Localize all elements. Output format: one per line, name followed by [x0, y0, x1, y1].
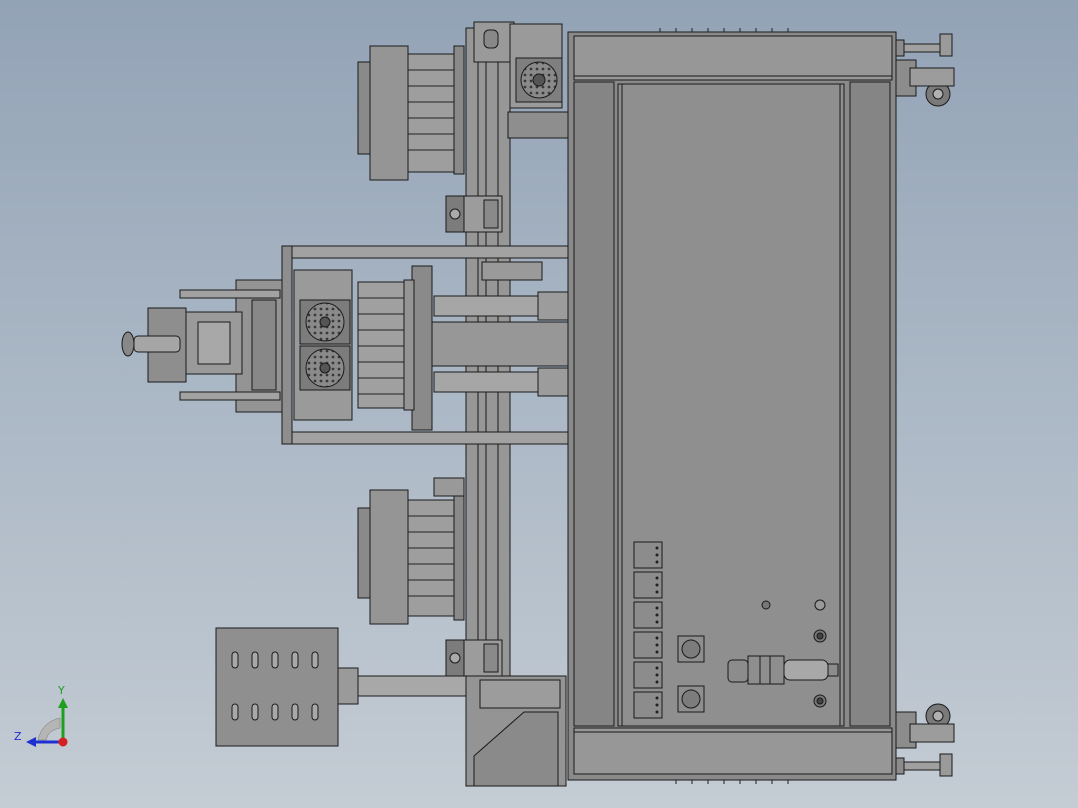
- upper-cylinder-rod: [433, 295, 539, 317]
- plug-connector: [727, 655, 839, 685]
- triad-axes-icon: [26, 698, 68, 747]
- main-slide-block: [415, 321, 569, 367]
- triad-z-label: Z: [14, 730, 22, 743]
- upper-gripper-module: [357, 45, 465, 181]
- bottom-plate-assembly: [215, 627, 567, 787]
- lower-gripper-module: [357, 477, 465, 625]
- machine-model[interactable]: [0, 0, 1078, 808]
- pilot-light: [814, 599, 826, 611]
- bottom-cylinder-rod: [357, 675, 467, 697]
- coordinate-triad: Y Z: [14, 684, 84, 754]
- triad-y-label: Y: [58, 684, 65, 697]
- twin-fan-housing: [293, 269, 353, 421]
- top-fan-box: [509, 23, 563, 109]
- graphics-viewport[interactable]: Y Z: [0, 0, 1078, 808]
- lower-cylinder-rod: [433, 371, 539, 393]
- cabinet-door-panel: [617, 83, 845, 727]
- feet-and-casters: [895, 33, 955, 777]
- screw-indicator: [761, 600, 771, 610]
